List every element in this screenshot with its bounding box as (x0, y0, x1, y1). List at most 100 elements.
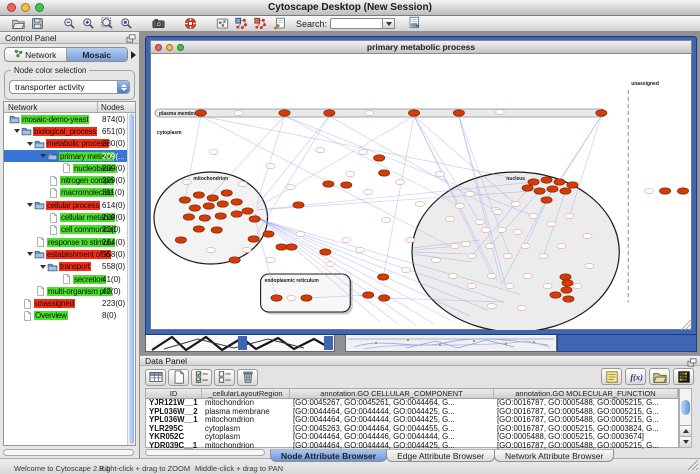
attribute-table-button[interactable] (145, 369, 166, 386)
network-node[interactable] (206, 247, 215, 252)
unselect-attributes-button[interactable] (214, 369, 235, 386)
zoom-selected-button[interactable] (99, 16, 116, 31)
tree-expand-arrow-icon[interactable] (40, 265, 46, 269)
network-node[interactable] (455, 203, 464, 208)
column-header[interactable]: _cellularLayoutRegion (202, 389, 290, 398)
network-node[interactable] (517, 305, 526, 310)
network-node-selected-color[interactable] (560, 274, 571, 280)
network-node[interactable] (364, 189, 373, 194)
save-button[interactable] (29, 16, 46, 31)
network-node-selected-color[interactable] (301, 295, 312, 301)
network-node[interactable] (266, 163, 275, 168)
network-node[interactable] (539, 253, 548, 258)
network-node-selected-color[interactable] (567, 182, 578, 188)
tab-network[interactable]: Network (5, 48, 67, 61)
network-node[interactable] (583, 233, 592, 238)
network-node[interactable] (316, 147, 325, 152)
table-row[interactable]: YKR052Ccytoplasm[GO:0044464, GO:0044446,… (146, 433, 678, 442)
network-node[interactable] (461, 241, 470, 246)
network-node[interactable] (431, 257, 440, 262)
delete-attribute-button[interactable] (237, 369, 258, 386)
network-node[interactable] (182, 179, 191, 184)
network-node-selected-color[interactable] (242, 208, 253, 214)
network-node-selected-color[interactable] (199, 215, 210, 221)
tree-row[interactable]: transport558(0) (4, 261, 127, 273)
network-node[interactable] (573, 283, 582, 288)
tree-row[interactable]: secretion41(0) (4, 273, 127, 285)
background-window-fragment[interactable] (345, 334, 557, 352)
close-view-icon[interactable] (155, 44, 162, 51)
network-node[interactable] (475, 219, 484, 224)
network-node-selected-color[interactable] (189, 205, 200, 211)
network-node-selected-color[interactable] (271, 295, 282, 301)
network-node[interactable] (445, 216, 454, 221)
tree-row[interactable]: multi-organism pro42(0) (4, 285, 127, 297)
new-attribute-button[interactable] (168, 369, 189, 386)
network-node[interactable] (405, 237, 414, 242)
network-node[interactable] (209, 149, 218, 154)
network-node[interactable] (326, 261, 335, 266)
annotation-button[interactable] (271, 16, 288, 31)
background-window-fragment[interactable] (145, 334, 335, 352)
network-node-selected-color[interactable] (561, 287, 572, 293)
network-node-selected-color[interactable] (547, 186, 558, 192)
network-node[interactable] (395, 179, 404, 184)
tree-scroll-thumb[interactable] (129, 114, 134, 444)
network-node-selected-color[interactable] (596, 110, 607, 116)
network-node[interactable] (523, 273, 532, 278)
scroll-down-icon[interactable] (680, 436, 691, 447)
attribute-batch-button[interactable] (406, 16, 423, 31)
network-node[interactable] (505, 283, 514, 288)
network-node[interactable] (521, 243, 530, 248)
network-node-selected-color[interactable] (276, 244, 287, 250)
network-node[interactable] (511, 201, 520, 206)
network-node-selected-color[interactable] (522, 185, 533, 191)
network-node[interactable] (503, 253, 512, 258)
network-node[interactable] (238, 181, 247, 186)
table-row[interactable]: YLR295Ccytoplasm[GO:0045263, GO:0044464,… (146, 425, 678, 434)
tree-row[interactable]: nitrogen compo209(0) (4, 174, 127, 186)
network-node[interactable] (356, 247, 365, 252)
search-input[interactable] (330, 18, 382, 29)
tree-expand-arrow-icon[interactable] (27, 142, 33, 146)
network-node-selected-color[interactable] (207, 195, 218, 201)
network-node-selected-color[interactable] (279, 110, 290, 116)
tree-column-nodes[interactable]: Nodes (98, 102, 135, 112)
tree-scrollbar[interactable] (127, 113, 135, 445)
tree-row[interactable]: response to stimulu264(0) (4, 236, 127, 248)
layout-network-button[interactable] (233, 16, 250, 31)
tree-row[interactable]: cellular metabol209(0) (4, 211, 127, 223)
select-attributes-button[interactable] (191, 369, 212, 386)
background-window-fragment[interactable] (557, 334, 697, 352)
network-node-selected-color[interactable] (541, 177, 552, 183)
table-row[interactable]: YPL036W__2plasma membrane[GO:0044464, GO… (146, 408, 678, 417)
network-node[interactable] (467, 283, 476, 288)
snapshot-camera-button[interactable] (150, 16, 167, 31)
zoom-in-button[interactable] (80, 16, 97, 31)
network-node-selected-color[interactable] (408, 110, 419, 116)
network-canvas[interactable]: plasma membranecytoplasmmitochondrionnuc… (150, 54, 692, 330)
network-node[interactable] (487, 303, 496, 308)
network-node-selected-color[interactable] (324, 110, 335, 116)
network-node-selected-color[interactable] (293, 202, 304, 208)
tree-row[interactable]: metabolic process280(0) (4, 138, 127, 150)
network-node-selected-color[interactable] (221, 190, 232, 196)
network-node-selected-color[interactable] (249, 216, 260, 222)
network-node-selected-color[interactable] (193, 226, 204, 232)
control-panel-hscrollbar[interactable] (3, 449, 134, 456)
network-node[interactable] (401, 267, 410, 272)
network-node[interactable] (585, 263, 594, 268)
table-hscrollbar[interactable] (145, 449, 265, 456)
network-node[interactable] (346, 171, 355, 176)
network-node[interactable] (529, 213, 538, 218)
column-header[interactable]: ID (146, 389, 202, 398)
zoom-out-button[interactable] (61, 16, 78, 31)
heatmap-button[interactable] (673, 368, 694, 385)
network-node-selected-color[interactable] (554, 179, 565, 185)
network-node[interactable] (415, 201, 424, 206)
tree-expand-arrow-icon[interactable] (27, 203, 33, 207)
vizmapper-button[interactable] (214, 16, 231, 31)
network-node-selected-color[interactable] (195, 110, 206, 116)
network-node-selected-color[interactable] (534, 188, 545, 194)
open-file-button[interactable] (10, 16, 27, 31)
